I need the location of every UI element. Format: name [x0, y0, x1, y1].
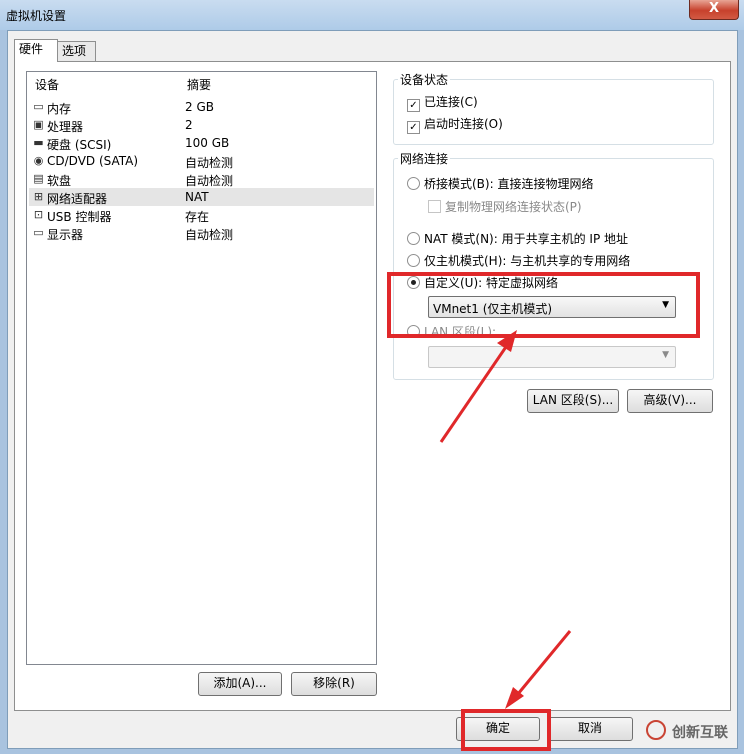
bridged-label: 桥接模式(B): 直接连接物理网络 [424, 177, 594, 191]
highlight-box-ok-button [461, 709, 551, 751]
watermark-logo: 创新互联 [640, 716, 740, 746]
advanced-button[interactable]: 高级(V)... [627, 389, 713, 413]
lan-segments-button[interactable]: LAN 区段(S)... [527, 389, 619, 413]
column-device[interactable]: 设备 [35, 76, 59, 93]
device-name: 内存 [47, 102, 72, 116]
dialog-client: 硬件 选项 设备 摘要 ▭ 内存 2 GB ▣ 处理器 2 ▬ 硬盘 (SCSI… [7, 30, 738, 749]
add-button[interactable]: 添加(A)... [198, 672, 282, 696]
device-row-cd-dvd[interactable]: ◉ CD/DVD (SATA) 自动检测 [29, 152, 374, 170]
bridged-radio[interactable]: 桥接模式(B): 直接连接物理网络 [407, 175, 593, 192]
device-row-memory[interactable]: ▭ 内存 2 GB [29, 98, 374, 116]
device-name: 软盘 [47, 174, 72, 188]
device-row-harddisk[interactable]: ▬ 硬盘 (SCSI) 100 GB [29, 134, 374, 152]
chevron-down-icon: ▼ [662, 350, 669, 360]
close-button[interactable]: X [689, 0, 739, 20]
connect-on-power-on-checkbox[interactable]: ✓ 启动时连接(O) [407, 115, 503, 134]
device-status-label: 设备状态 [398, 71, 451, 88]
device-name: 处理器 [47, 120, 84, 134]
checkbox-checked-icon: ✓ [407, 121, 420, 134]
window-title: 虚拟机设置 [6, 9, 67, 23]
processor-icon: ▣ [33, 118, 44, 131]
tab-hardware[interactable]: 硬件 [14, 39, 58, 62]
device-summary: 2 GB [185, 100, 214, 114]
floppy-icon: ▤ [33, 172, 44, 185]
connected-checkbox[interactable]: ✓ 已连接(C) [407, 93, 478, 112]
cancel-button[interactable]: 取消 [547, 717, 633, 741]
watermark-text: 创新互联 [672, 725, 728, 741]
usb-icon: ⊡ [33, 208, 44, 221]
lan-segment-select[interactable]: ▼ [428, 346, 676, 368]
checkbox-icon [428, 200, 441, 213]
device-summary: NAT [185, 190, 209, 204]
radio-icon [407, 232, 420, 245]
memory-icon: ▭ [33, 100, 44, 113]
device-status-group: 设备状态 ✓ 已连接(C) ✓ 启动时连接(O) [393, 71, 714, 145]
host-only-radio[interactable]: 仅主机模式(H): 与主机共享的专用网络 [407, 252, 630, 269]
nat-radio[interactable]: NAT 模式(N): 用于共享主机的 IP 地址 [407, 230, 628, 247]
nat-label: NAT 模式(N): 用于共享主机的 IP 地址 [424, 232, 629, 246]
replicate-label: 复制物理网络连接状态(P) [445, 200, 582, 214]
cd-dvd-icon: ◉ [33, 154, 44, 167]
device-row-processor[interactable]: ▣ 处理器 2 [29, 116, 374, 134]
remove-button[interactable]: 移除(R) [291, 672, 377, 696]
device-summary: 自动检测 [185, 174, 234, 188]
harddisk-icon: ▬ [33, 136, 44, 149]
device-summary: 自动检测 [185, 228, 234, 242]
replicate-checkbox[interactable]: 复制物理网络连接状态(P) [428, 198, 582, 215]
device-row-usb[interactable]: ⊡ USB 控制器 存在 [29, 206, 374, 224]
device-name: USB 控制器 [47, 210, 112, 224]
device-list-header: 设备 摘要 [27, 72, 376, 92]
device-row-floppy[interactable]: ▤ 软盘 自动检测 [29, 170, 374, 188]
network-connection-group: 网络连接 桥接模式(B): 直接连接物理网络 复制物理网络连接状态(P) NAT… [393, 150, 714, 380]
title-bar: 虚拟机设置 X [0, 0, 744, 30]
connect-on-power-on-label: 启动时连接(O) [424, 117, 503, 131]
device-summary: 2 [185, 118, 193, 132]
radio-icon [407, 177, 420, 190]
device-row-display[interactable]: ▭ 显示器 自动检测 [29, 224, 374, 242]
device-summary: 自动检测 [185, 156, 234, 170]
network-connection-label: 网络连接 [398, 150, 451, 167]
device-name: 显示器 [47, 228, 84, 242]
highlight-box-custom-network [387, 272, 700, 338]
device-name: 硬盘 (SCSI) [47, 138, 112, 152]
watermark-icon [646, 720, 666, 740]
device-row-network-adapter[interactable]: ⊞ 网络适配器 NAT [29, 188, 374, 206]
display-icon: ▭ [33, 226, 44, 239]
connected-label: 已连接(C) [424, 95, 478, 109]
network-adapter-icon: ⊞ [33, 190, 44, 203]
radio-icon [407, 254, 420, 267]
device-list[interactable]: 设备 摘要 ▭ 内存 2 GB ▣ 处理器 2 ▬ 硬盘 (SCSI) 100 … [26, 71, 377, 665]
device-name: 网络适配器 [47, 192, 108, 206]
device-summary: 存在 [185, 210, 210, 224]
host-only-label: 仅主机模式(H): 与主机共享的专用网络 [424, 254, 631, 268]
tab-options[interactable]: 选项 [57, 41, 96, 61]
device-summary: 100 GB [185, 136, 230, 150]
checkbox-checked-icon: ✓ [407, 99, 420, 112]
device-name: CD/DVD (SATA) [47, 154, 139, 168]
column-summary[interactable]: 摘要 [187, 76, 211, 93]
